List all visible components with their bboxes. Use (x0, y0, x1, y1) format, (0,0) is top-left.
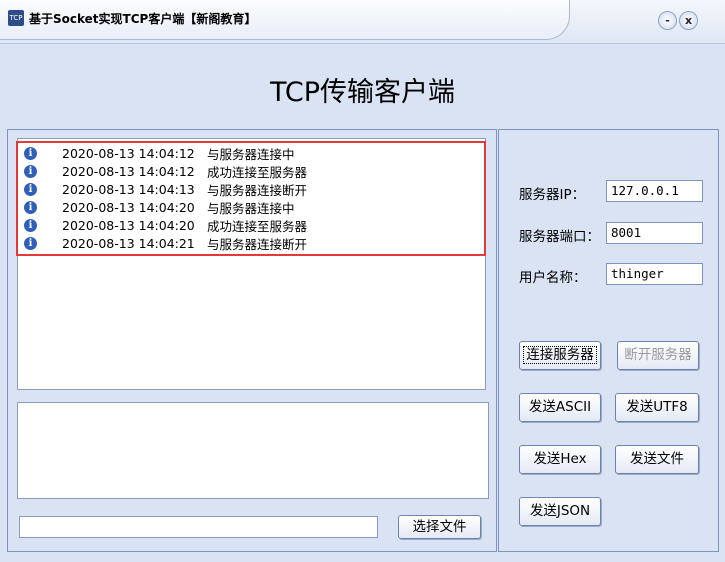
log-entry[interactable]: i 2020-08-13 14:04:12 成功连接至服务器 (24, 162, 307, 180)
title-bar: TCP 基于Socket实现TCP客户端【新阁教育】 - x (0, 0, 725, 44)
close-button[interactable]: x (679, 11, 698, 30)
file-path-input[interactable] (19, 516, 378, 538)
log-time: 2020-08-13 14:04:13 (62, 181, 195, 197)
port-label: 服务器端口： (519, 229, 600, 245)
log-message: 与服务器连接中 (207, 146, 295, 162)
user-input[interactable]: thinger (606, 263, 703, 285)
log-message: 与服务器连接断开 (207, 236, 308, 252)
info-icon: i (24, 200, 37, 214)
page-title: TCP传输客户端 (269, 77, 456, 108)
send-file-button[interactable]: 发送文件 (615, 445, 699, 474)
log-message: 成功连接至服务器 (207, 218, 308, 234)
port-input[interactable]: 8001 (606, 222, 703, 244)
log-time: 2020-08-13 14:04:21 (62, 235, 195, 251)
ip-label: 服务器IP： (519, 187, 586, 203)
ip-input[interactable]: 127.0.0.1 (606, 180, 703, 202)
log-time: 2020-08-13 14:04:20 (62, 217, 195, 233)
log-entry[interactable]: i 2020-08-13 14:04:21 与服务器连接断开 (24, 234, 307, 252)
info-icon: i (24, 236, 37, 250)
log-time: 2020-08-13 14:04:12 (62, 145, 195, 161)
info-icon: i (24, 218, 37, 232)
log-entry[interactable]: i 2020-08-13 14:04:20 与服务器连接中 (24, 198, 295, 216)
info-icon: i (24, 146, 37, 160)
log-message: 成功连接至服务器 (207, 164, 308, 180)
log-entry[interactable]: i 2020-08-13 14:04:12 与服务器连接中 (24, 144, 295, 162)
connect-button[interactable]: 连接服务器 (519, 341, 601, 370)
log-message: 与服务器连接断开 (207, 182, 308, 198)
send-json-button[interactable]: 发送JSON (519, 497, 601, 526)
log-entry[interactable]: i 2020-08-13 14:04:20 成功连接至服务器 (24, 216, 307, 234)
send-hex-button[interactable]: 发送Hex (519, 445, 601, 474)
send-textbox[interactable] (17, 402, 489, 499)
app-icon: TCP (8, 10, 24, 26)
log-highlight: i 2020-08-13 14:04:12 与服务器连接中 i 2020-08-13 1… (16, 141, 486, 256)
log-time: 2020-08-13 14:04:20 (62, 199, 195, 215)
log-message: 与服务器连接中 (207, 200, 295, 216)
info-icon: i (24, 182, 37, 196)
choose-file-button[interactable]: 选择文件 (398, 515, 481, 539)
window-title: 基于Socket实现TCP客户端【新阁教育】 (29, 12, 257, 26)
info-icon: i (24, 164, 37, 178)
send-utf8-button[interactable]: 发送UTF8 (615, 393, 699, 422)
minimize-button[interactable]: - (658, 11, 677, 30)
user-label: 用户名称： (519, 270, 587, 286)
log-time: 2020-08-13 14:04:12 (62, 163, 195, 179)
send-ascii-button[interactable]: 发送ASCII (519, 393, 601, 422)
connect-label: 连接服务器 (523, 346, 597, 364)
disconnect-button[interactable]: 断开服务器 (617, 341, 699, 370)
log-entry[interactable]: i 2020-08-13 14:04:13 与服务器连接断开 (24, 180, 307, 198)
